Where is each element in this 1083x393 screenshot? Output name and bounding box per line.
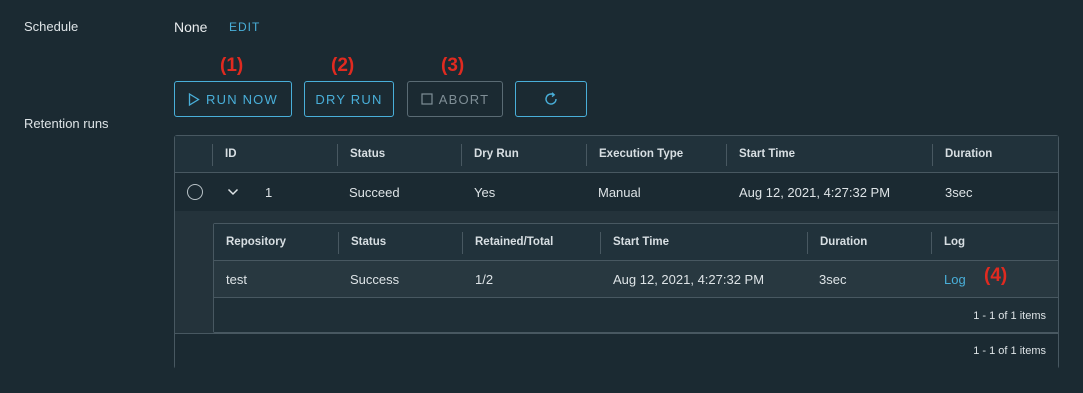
detail-repository: test bbox=[226, 272, 247, 287]
run-id: 1 bbox=[265, 185, 273, 200]
detail-grid-header: Repository Status Retained/Total Start T… bbox=[214, 224, 1058, 261]
run-execution-type: Manual bbox=[598, 185, 641, 200]
column-header-status[interactable]: Status bbox=[350, 148, 385, 160]
column-separator bbox=[461, 144, 462, 166]
row-select-radio[interactable] bbox=[187, 184, 203, 200]
retention-runs-grid: ID Status Dry Run Execution Type Start T… bbox=[174, 135, 1059, 369]
edit-schedule-link[interactable]: EDIT bbox=[229, 20, 260, 34]
column-header-dry-run[interactable]: Dry Run bbox=[474, 148, 519, 160]
column-separator bbox=[932, 144, 933, 166]
grid-header: ID Status Dry Run Execution Type Start T… bbox=[175, 136, 1058, 173]
run-now-label: RUN NOW bbox=[206, 91, 278, 107]
chevron-down-icon[interactable] bbox=[226, 185, 240, 199]
column-separator bbox=[462, 232, 463, 254]
log-link[interactable]: Log bbox=[944, 272, 966, 287]
detail-retained-total: 1/2 bbox=[475, 272, 494, 287]
detail-header-start-time[interactable]: Start Time bbox=[613, 236, 669, 248]
run-start-time: Aug 12, 2021, 4:27:32 PM bbox=[739, 185, 891, 200]
column-separator bbox=[337, 144, 338, 166]
table-row: test Success 1/2 Aug 12, 2021, 4:27:32 P… bbox=[214, 261, 1058, 298]
run-duration: 3sec bbox=[945, 185, 973, 200]
column-separator bbox=[586, 144, 587, 166]
detail-header-status[interactable]: Status bbox=[351, 236, 386, 248]
column-separator bbox=[726, 144, 727, 166]
annotation-2: (2) bbox=[331, 55, 355, 76]
column-header-duration[interactable]: Duration bbox=[945, 148, 992, 160]
detail-header-retained-total[interactable]: Retained/Total bbox=[475, 236, 553, 248]
play-icon bbox=[188, 92, 200, 106]
pagination-text: 1 - 1 of 1 items bbox=[973, 345, 1046, 357]
column-separator bbox=[931, 232, 932, 254]
column-separator bbox=[600, 232, 601, 254]
grid-footer: 1 - 1 of 1 items bbox=[175, 333, 1058, 369]
detail-header-log[interactable]: Log bbox=[944, 236, 965, 248]
column-header-id[interactable]: ID bbox=[225, 148, 237, 160]
annotation-4: (4) bbox=[984, 265, 1008, 286]
abort-label: ABORT bbox=[438, 91, 490, 107]
run-now-button[interactable]: RUN NOW bbox=[174, 81, 292, 117]
annotation-1: (1) bbox=[220, 55, 244, 76]
column-separator bbox=[807, 232, 808, 254]
detail-status: Success bbox=[350, 272, 400, 287]
dry-run-button[interactable]: DRY RUN bbox=[304, 81, 394, 117]
retention-runs-label: Retention runs bbox=[24, 116, 109, 131]
detail-pagination-text: 1 - 1 of 1 items bbox=[973, 310, 1046, 322]
run-status: Succeed bbox=[349, 185, 400, 200]
repository-detail-grid: Repository Status Retained/Total Start T… bbox=[213, 223, 1059, 333]
schedule-label: Schedule bbox=[24, 19, 79, 34]
abort-button[interactable]: ABORT bbox=[407, 81, 503, 117]
schedule-value: None bbox=[174, 19, 208, 35]
column-header-start-time[interactable]: Start Time bbox=[739, 148, 795, 160]
column-header-execution-type[interactable]: Execution Type bbox=[599, 148, 683, 160]
detail-grid-footer: 1 - 1 of 1 items bbox=[214, 298, 1058, 332]
column-separator bbox=[338, 232, 339, 254]
table-row: 1 Succeed Yes Manual Aug 12, 2021, 4:27:… bbox=[175, 173, 1058, 211]
annotation-3: (3) bbox=[441, 55, 465, 76]
detail-header-duration[interactable]: Duration bbox=[820, 236, 867, 248]
detail-start-time: Aug 12, 2021, 4:27:32 PM bbox=[613, 272, 765, 287]
refresh-button[interactable] bbox=[515, 81, 587, 117]
stop-icon bbox=[421, 93, 433, 105]
refresh-icon bbox=[545, 92, 557, 105]
column-separator bbox=[212, 144, 213, 166]
detail-duration: 3sec bbox=[819, 272, 847, 287]
run-dry-run: Yes bbox=[474, 185, 496, 200]
detail-header-repository[interactable]: Repository bbox=[226, 236, 286, 248]
dry-run-label: DRY RUN bbox=[315, 91, 383, 107]
